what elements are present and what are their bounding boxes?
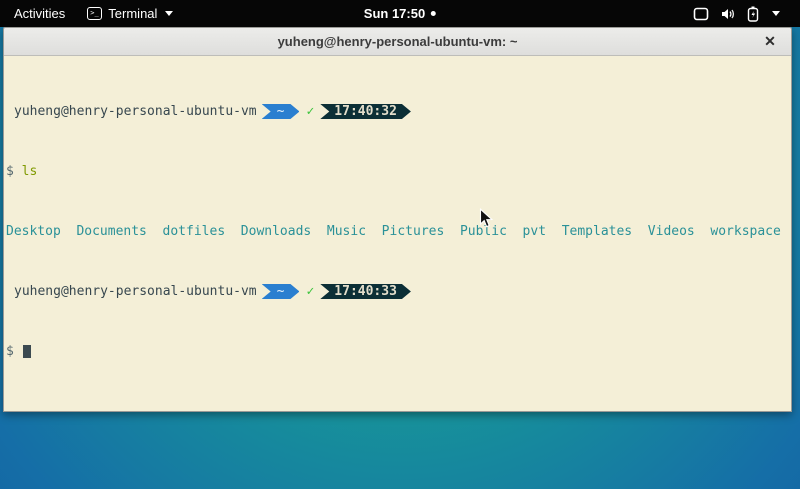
prompt-user-host: yuheng@henry-personal-ubuntu-vm — [14, 104, 257, 119]
terminal-window: yuheng@henry-personal-ubuntu-vm: ~ ✕ yuh… — [3, 27, 792, 412]
prompt-user-host: yuheng@henry-personal-ubuntu-vm — [14, 284, 257, 299]
battery-charging-icon — [747, 6, 759, 22]
powerline-cwd-segment: ~ — [262, 284, 300, 299]
prompt-sign: $ — [6, 344, 14, 359]
success-check-icon: ✓ — [306, 284, 314, 299]
chevron-down-icon — [772, 11, 780, 16]
close-icon[interactable]: ✕ — [761, 33, 779, 51]
success-check-icon: ✓ — [306, 104, 314, 119]
terminal-screen[interactable]: yuheng@henry-personal-ubuntu-vm ~ ✓ 17:4… — [4, 56, 791, 411]
title-bar[interactable]: yuheng@henry-personal-ubuntu-vm: ~ ✕ — [4, 28, 791, 56]
app-menu-label: Terminal — [108, 6, 157, 21]
activities-button[interactable]: Activities — [0, 0, 79, 27]
chevron-down-icon — [165, 11, 173, 16]
command-line: $ — [6, 344, 789, 359]
notification-dot — [431, 11, 436, 16]
desktop-background: Activities >_ Terminal Sun 17:50 — [0, 0, 800, 489]
prompt-sign: $ — [6, 164, 14, 179]
powerline-cwd-segment: ~ — [262, 104, 300, 119]
app-menu[interactable]: >_ Terminal — [79, 0, 181, 27]
powerline-time-segment: 17:40:32 — [320, 104, 411, 119]
typed-command: ls — [22, 164, 38, 179]
clock[interactable]: Sun 17:50 — [364, 0, 436, 27]
terminal-icon: >_ — [87, 7, 102, 20]
top-bar: Activities >_ Terminal Sun 17:50 — [0, 0, 800, 27]
prompt-line: yuheng@henry-personal-ubuntu-vm ~ ✓ 17:4… — [6, 284, 789, 299]
terminal-cursor — [23, 345, 31, 358]
system-tray[interactable] — [693, 0, 800, 27]
ls-output: Desktop Documents dotfiles Downloads Mus… — [6, 224, 789, 239]
powerline-time-segment: 17:40:33 — [320, 284, 411, 299]
prompt-line: yuheng@henry-personal-ubuntu-vm ~ ✓ 17:4… — [6, 104, 789, 119]
screen-icon — [693, 7, 709, 21]
command-line: $ ls — [6, 164, 789, 179]
window-title: yuheng@henry-personal-ubuntu-vm: ~ — [278, 34, 518, 49]
volume-icon — [720, 7, 736, 21]
clock-label: Sun 17:50 — [364, 6, 425, 21]
